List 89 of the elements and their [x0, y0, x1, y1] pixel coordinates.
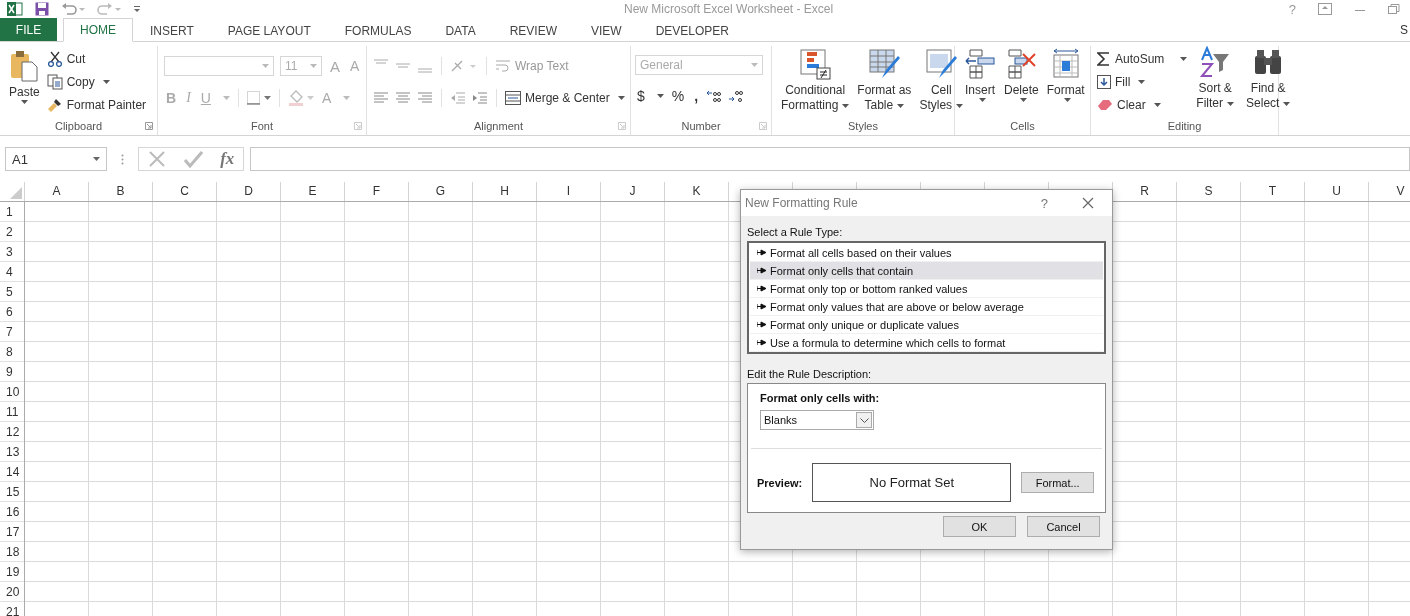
group-label: Cells	[1010, 120, 1035, 132]
name-box[interactable]: A1	[5, 147, 107, 171]
row-header[interactable]: 11	[0, 402, 24, 422]
currency-button[interactable]: $	[635, 88, 647, 104]
row-header[interactable]: 2	[0, 222, 24, 242]
sort-filter-button[interactable]: Sort & Filter	[1193, 46, 1238, 117]
row-header[interactable]: 12	[0, 422, 24, 442]
clear-button[interactable]: Clear	[1097, 95, 1188, 114]
row-header[interactable]: 17	[0, 522, 24, 542]
column-header[interactable]: I	[537, 182, 601, 201]
rule-type-item[interactable]: Format only top or bottom ranked values	[750, 280, 1103, 298]
group-label: Clipboard	[54, 120, 103, 132]
column-header[interactable]: J	[601, 182, 665, 201]
column-header[interactable]: F	[345, 182, 409, 201]
section-label: Edit the Rule Description:	[747, 368, 873, 380]
section-label: Select a Rule Type:	[747, 226, 844, 238]
cells-button[interactable]: Delete	[1001, 48, 1042, 117]
ribbon-tab[interactable]: DEVELOPER	[638, 18, 746, 42]
column-header[interactable]: U	[1305, 182, 1369, 201]
find-select-button[interactable]: Find & Select	[1243, 46, 1294, 117]
merge-center-button[interactable]: Merge & Center	[505, 88, 625, 108]
row-header[interactable]: 9	[0, 362, 24, 382]
row-header[interactable]: 4	[0, 262, 24, 282]
percent-button[interactable]: %	[669, 88, 687, 104]
window-title: New Microsoft Excel Worksheet - Excel	[623, 2, 835, 16]
ribbon-tab[interactable]: PAGE LAYOUT	[210, 18, 328, 42]
preview-label: Preview:	[757, 476, 803, 489]
row-header[interactable]: 1	[0, 202, 24, 222]
group-label: Alignment	[474, 120, 523, 132]
column-header[interactable]: K	[665, 182, 729, 201]
column-header[interactable]: D	[217, 182, 281, 201]
row-header[interactable]: 6	[0, 302, 24, 322]
autosum-button[interactable]: AutoSum	[1097, 49, 1188, 68]
ok-button[interactable]: OK	[943, 516, 1016, 537]
preview-box: No Format Set	[812, 463, 1012, 502]
format-button[interactable]: Format...	[1021, 472, 1094, 493]
row-header[interactable]: 10	[0, 382, 24, 402]
group-label: Editing	[1167, 120, 1202, 132]
ribbon-tab[interactable]: REVIEW	[492, 18, 574, 42]
field-label: Format only cells with:	[760, 392, 881, 404]
row-header[interactable]: 16	[0, 502, 24, 522]
column-header[interactable]: V	[1369, 182, 1410, 201]
row-header[interactable]: 5	[0, 282, 24, 302]
cancel-button[interactable]: Cancel	[1027, 516, 1100, 537]
help-button[interactable]: ?	[1040, 195, 1048, 211]
rule-type-item[interactable]: Format only values that are above or below average	[750, 298, 1103, 316]
account-name[interactable]: S	[1400, 22, 1410, 37]
comma-style-button[interactable]: ,	[692, 88, 701, 104]
row-header[interactable]: 8	[0, 342, 24, 362]
ribbon-tab[interactable]: VIEW	[574, 18, 639, 42]
ribbon-tab[interactable]: FORMULAS	[327, 18, 429, 42]
column-header[interactable]: H	[473, 182, 537, 201]
column-header[interactable]: E	[281, 182, 345, 201]
cells-button[interactable]: Format	[1043, 48, 1088, 117]
column-header[interactable]: G	[409, 182, 473, 201]
insert-function-button[interactable]: fx	[220, 149, 235, 169]
rule-type-item[interactable]: Format only unique or duplicate values	[750, 316, 1103, 334]
rule-type-item[interactable]: Format only cells that contain	[750, 262, 1103, 280]
row-header[interactable]: 7	[0, 322, 24, 342]
ribbon-tab[interactable]: DATA	[428, 18, 493, 42]
styles-button[interactable]: Conditional Formatting	[778, 48, 853, 117]
row-header[interactable]: 19	[0, 562, 24, 582]
cut-button[interactable]: Cut	[46, 49, 147, 68]
fill-button[interactable]: Fill	[1097, 72, 1188, 91]
paste-button[interactable]: Paste	[6, 46, 43, 117]
column-header[interactable]: A	[25, 182, 89, 201]
row-header[interactable]: 20	[0, 582, 24, 602]
styles-button[interactable]: Format as Table	[854, 48, 915, 117]
column-header[interactable]: T	[1241, 182, 1305, 201]
ribbon-tab[interactable]: INSERT	[133, 18, 211, 42]
row-header[interactable]: 18	[0, 542, 24, 562]
group-label: Number	[681, 120, 721, 132]
copy-button[interactable]: Copy	[46, 72, 147, 91]
column-header[interactable]: C	[153, 182, 217, 201]
group-label: Styles	[848, 120, 878, 132]
row-header[interactable]: 15	[0, 482, 24, 502]
ribbon-tab[interactable]: HOME	[63, 18, 133, 42]
row-header[interactable]: 3	[0, 242, 24, 262]
format-painter-button[interactable]: Format Painter	[46, 95, 147, 114]
file-tab[interactable]: FILE	[0, 18, 57, 41]
column-header[interactable]: B	[89, 182, 153, 201]
group-label: Font	[251, 120, 273, 132]
row-header[interactable]: 13	[0, 442, 24, 462]
column-header[interactable]: S	[1177, 182, 1241, 201]
row-header[interactable]: 21	[0, 602, 24, 616]
cell-condition-dropdown[interactable]: Blanks	[760, 410, 874, 430]
row-header[interactable]: 14	[0, 462, 24, 482]
rule-type-item[interactable]: Use a formula to determine which cells to format	[750, 334, 1103, 352]
dialog-title: New Formatting Rule	[745, 196, 859, 210]
